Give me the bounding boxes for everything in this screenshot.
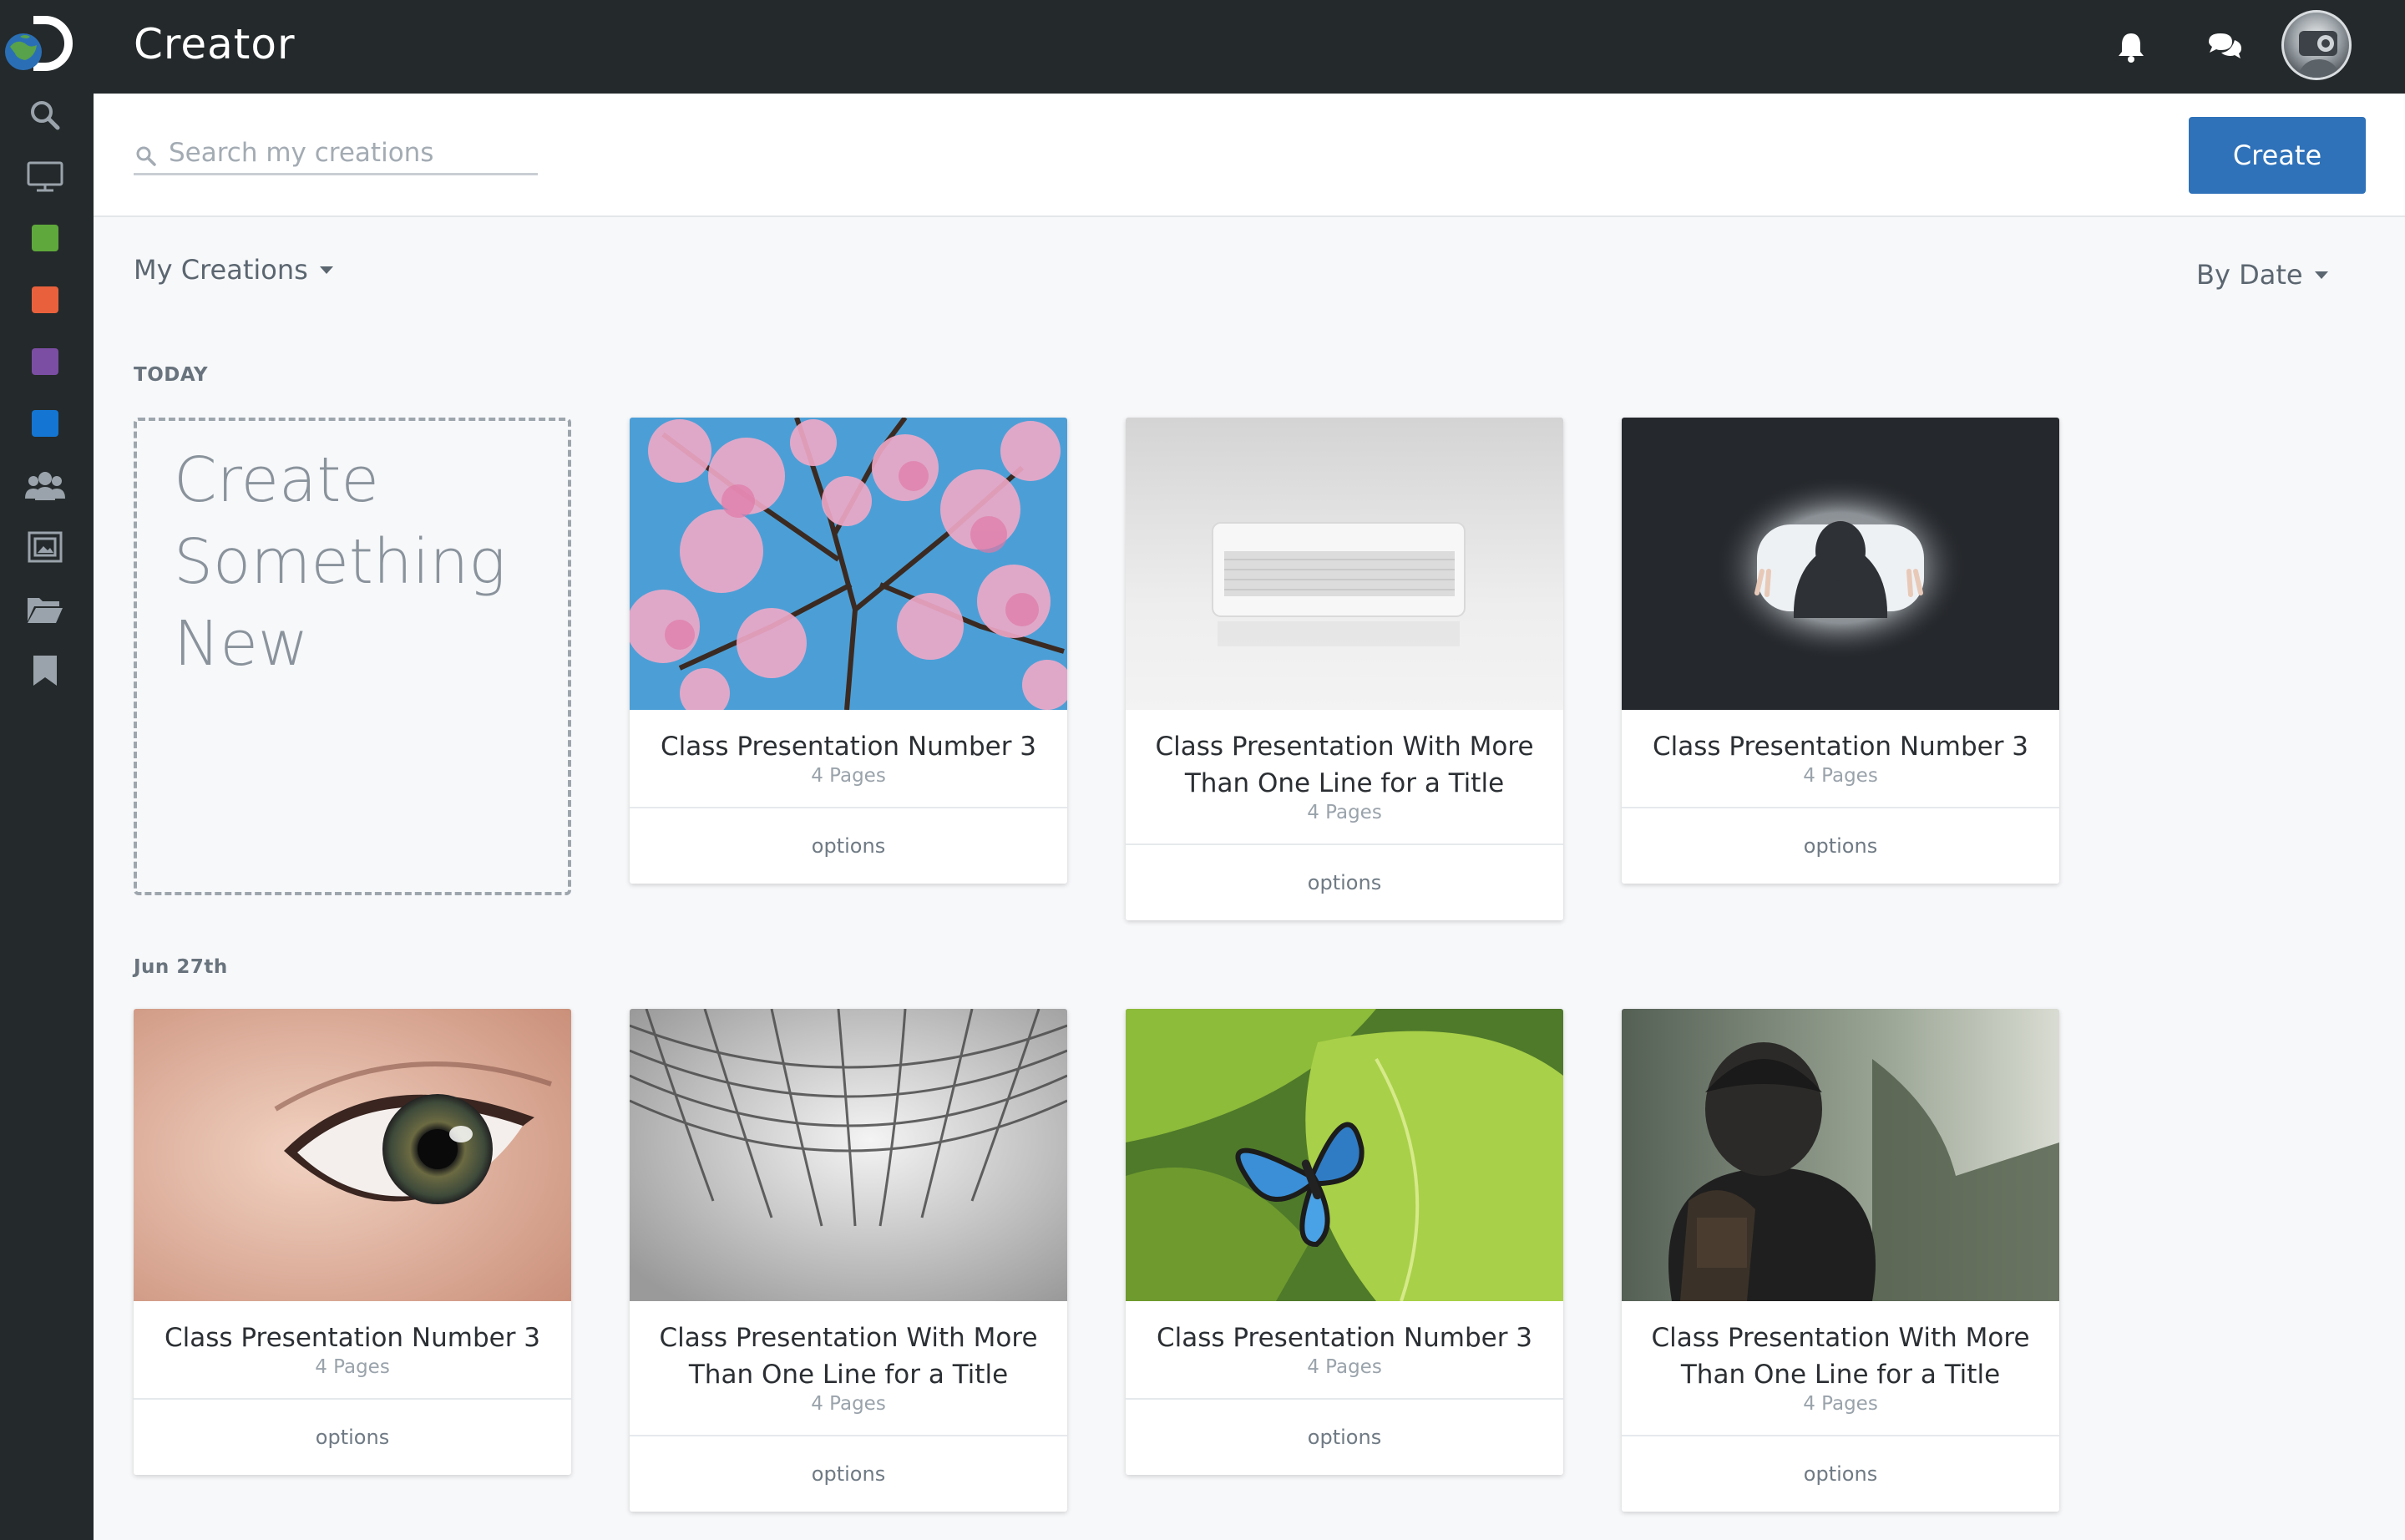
- card-options-button[interactable]: options: [630, 1435, 1067, 1512]
- user-avatar[interactable]: [2281, 10, 2352, 80]
- top-bar: Creator: [94, 0, 2405, 94]
- creation-card: Class Presentation With More Than One Li…: [1126, 418, 1563, 920]
- card-options-button[interactable]: options: [134, 1398, 571, 1475]
- speaker-photo[interactable]: [1126, 418, 1563, 710]
- card-title[interactable]: Class Presentation Number 3: [1638, 728, 2043, 765]
- card-options-button[interactable]: options: [630, 807, 1067, 884]
- my-creations-dropdown[interactable]: My Creations: [134, 254, 333, 286]
- butterfly-photo[interactable]: [1126, 1009, 1563, 1301]
- card-info: Class Presentation With More Than One Li…: [1126, 710, 1563, 823]
- sidebar: [0, 0, 94, 1540]
- app-title: Creator: [134, 20, 296, 68]
- sidebar-bookmark-icon[interactable]: [22, 647, 68, 694]
- chevron-down-icon: [2314, 271, 2328, 279]
- card-pages: 4 Pages: [1803, 765, 1878, 787]
- sidebar-monitor-icon[interactable]: [22, 153, 68, 200]
- card-pages: 4 Pages: [315, 1356, 390, 1378]
- discovery-logo[interactable]: [0, 8, 77, 85]
- card-options-button[interactable]: options: [1126, 1398, 1563, 1475]
- card-info: Class Presentation With More Than One Li…: [1622, 1301, 2059, 1415]
- search-icon: [136, 146, 156, 166]
- orange-square-icon: [32, 286, 58, 313]
- creation-card: Class Presentation With More Than One Li…: [630, 1009, 1067, 1512]
- sidebar-orange-item[interactable]: [22, 276, 68, 323]
- net-photo[interactable]: [630, 1009, 1067, 1301]
- silhouette-photo[interactable]: [1622, 418, 2059, 710]
- card-title[interactable]: Class Presentation With More Than One Li…: [1638, 1320, 2043, 1393]
- create-new-text: Create Something New: [174, 439, 541, 685]
- sidebar-purple-item[interactable]: [22, 338, 68, 385]
- card-pages: 4 Pages: [811, 1393, 886, 1415]
- sidebar-folder-icon[interactable]: [22, 585, 68, 632]
- create-new-line: New: [174, 608, 309, 680]
- sidebar-search-icon[interactable]: [22, 92, 68, 139]
- card-info: Class Presentation Number 3 4 Pages: [134, 1301, 571, 1378]
- sidebar-users-icon[interactable]: [22, 462, 68, 509]
- card-info: Class Presentation Number 3 4 Pages: [630, 710, 1067, 787]
- sidebar-green-item[interactable]: [22, 215, 68, 261]
- card-title[interactable]: Class Presentation Number 3: [1142, 1320, 1547, 1356]
- card-title[interactable]: Class Presentation With More Than One Li…: [1142, 728, 1547, 802]
- card-title[interactable]: Class Presentation Number 3: [646, 728, 1051, 765]
- purple-square-icon: [32, 348, 58, 375]
- creation-card: Class Presentation Number 3 4 Pages opti…: [630, 418, 1067, 884]
- card-pages: 4 Pages: [1307, 802, 1382, 823]
- card-pages: 4 Pages: [811, 765, 886, 787]
- creation-card: Class Presentation Number 3 4 Pages opti…: [1126, 1009, 1563, 1475]
- card-info: Class Presentation With More Than One Li…: [630, 1301, 1067, 1415]
- card-info: Class Presentation Number 3 4 Pages: [1622, 710, 2059, 787]
- search-header: Create: [94, 94, 2405, 217]
- creation-card: Class Presentation With More Than One Li…: [1622, 1009, 2059, 1512]
- card-pages: 4 Pages: [1307, 1356, 1382, 1378]
- search-box: [134, 135, 538, 175]
- green-square-icon: [32, 225, 58, 251]
- sidebar-gallery-icon[interactable]: [22, 524, 68, 570]
- creation-card: Class Presentation Number 3 4 Pages opti…: [1622, 418, 2059, 884]
- card-title[interactable]: Class Presentation Number 3: [150, 1320, 554, 1356]
- card-options-button[interactable]: options: [1622, 1435, 2059, 1512]
- create-button[interactable]: Create: [2189, 117, 2366, 194]
- section-label-jun-27th: Jun 27th: [134, 956, 228, 978]
- chat-icon[interactable]: [2203, 25, 2246, 68]
- sort-label: By Date: [2196, 259, 2303, 291]
- create-something-new-card[interactable]: Create Something New: [134, 418, 571, 895]
- bell-icon[interactable]: [2109, 25, 2153, 68]
- card-options-button[interactable]: options: [1126, 843, 1563, 920]
- create-new-line: Something: [174, 526, 506, 598]
- card-info: Class Presentation Number 3 4 Pages: [1126, 1301, 1563, 1378]
- my-creations-label: My Creations: [134, 254, 308, 286]
- hiker-photo[interactable]: [1622, 1009, 2059, 1301]
- create-new-line: Create: [174, 444, 379, 516]
- card-options-button[interactable]: options: [1622, 807, 2059, 884]
- card-title[interactable]: Class Presentation With More Than One Li…: [646, 1320, 1051, 1393]
- cherry-blossom-photo[interactable]: [630, 418, 1067, 710]
- creation-card: Class Presentation Number 3 4 Pages opti…: [134, 1009, 571, 1475]
- blue-square-icon: [32, 410, 58, 437]
- search-input[interactable]: [169, 135, 536, 170]
- eye-photo[interactable]: [134, 1009, 571, 1301]
- sidebar-blue-item[interactable]: [22, 400, 68, 447]
- section-label-today: TODAY: [134, 364, 209, 386]
- card-pages: 4 Pages: [1803, 1393, 1878, 1415]
- chevron-down-icon: [319, 266, 333, 274]
- sort-dropdown[interactable]: By Date: [2196, 259, 2328, 291]
